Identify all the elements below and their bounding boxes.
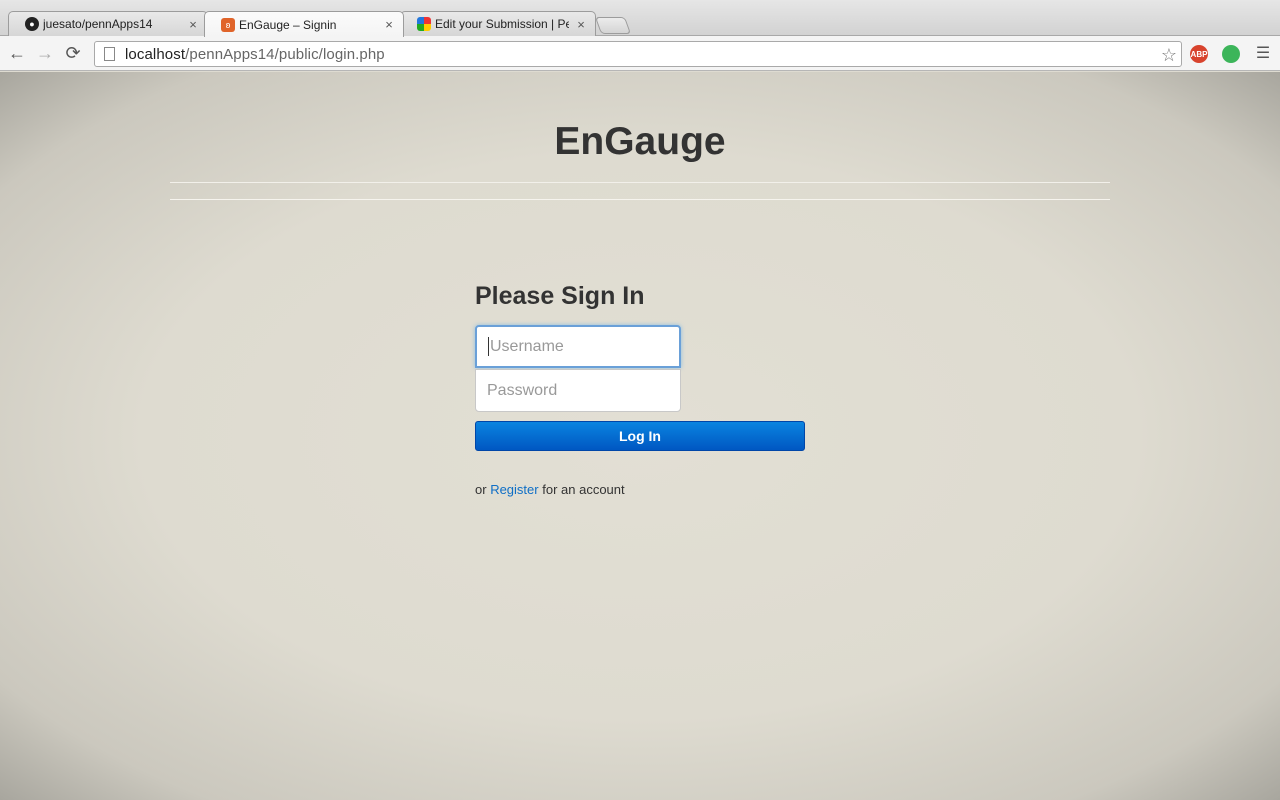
url-text: localhost/pennApps14/public/login.php — [125, 45, 385, 63]
register-line: or Register for an account — [475, 482, 625, 497]
tab-title: Edit your Submission | Pen — [435, 17, 569, 31]
menu-icon[interactable]: ☰ — [1252, 42, 1274, 64]
divider — [170, 199, 1110, 200]
back-icon[interactable]: ← — [6, 42, 28, 64]
brand-title: EnGauge — [554, 120, 726, 163]
adblock-icon[interactable]: ABP — [1190, 45, 1208, 63]
tab-engauge-signin[interactable]: ʚ EnGauge – Signin × — [204, 11, 404, 37]
github-icon: ● — [25, 17, 39, 31]
password-placeholder: Password — [487, 381, 558, 399]
xampp-icon: ʚ — [221, 17, 235, 32]
page-icon — [104, 47, 115, 61]
tab-title: juesato/pennApps14 — [43, 17, 153, 31]
browser-toolbar: ← → ⟳ localhost/pennApps14/public/login.… — [0, 36, 1280, 71]
password-input[interactable]: Password — [475, 369, 681, 412]
close-icon[interactable]: × — [187, 17, 199, 32]
tab-github[interactable]: ● juesato/pennApps14 × — [8, 11, 208, 36]
extension-icon[interactable] — [1222, 45, 1240, 63]
signin-heading: Please Sign In — [475, 282, 645, 310]
login-button[interactable]: Log In — [475, 421, 805, 451]
address-bar[interactable]: localhost/pennApps14/public/login.php ☆ — [94, 41, 1182, 67]
tab-title: EnGauge – Signin — [239, 17, 337, 32]
tab-strip: ● juesato/pennApps14 × ʚ EnGauge – Signi… — [0, 0, 1280, 37]
pinwheel-icon — [417, 17, 431, 31]
tab-edit-submission[interactable]: Edit your Submission | Pen × — [400, 11, 596, 36]
username-placeholder: Username — [490, 337, 564, 355]
reload-icon[interactable]: ⟳ — [62, 42, 84, 64]
username-input[interactable]: Username — [475, 325, 681, 368]
forward-icon[interactable]: → — [34, 42, 56, 64]
close-icon[interactable]: × — [575, 17, 587, 32]
text-caret — [488, 337, 489, 356]
divider — [170, 182, 1110, 183]
close-icon[interactable]: × — [383, 17, 395, 32]
new-tab-button[interactable] — [594, 17, 632, 34]
page-content: EnGauge Please Sign In Username Password… — [0, 72, 1280, 800]
register-link[interactable]: Register — [490, 482, 538, 497]
bookmark-star-icon[interactable]: ☆ — [1161, 45, 1177, 66]
